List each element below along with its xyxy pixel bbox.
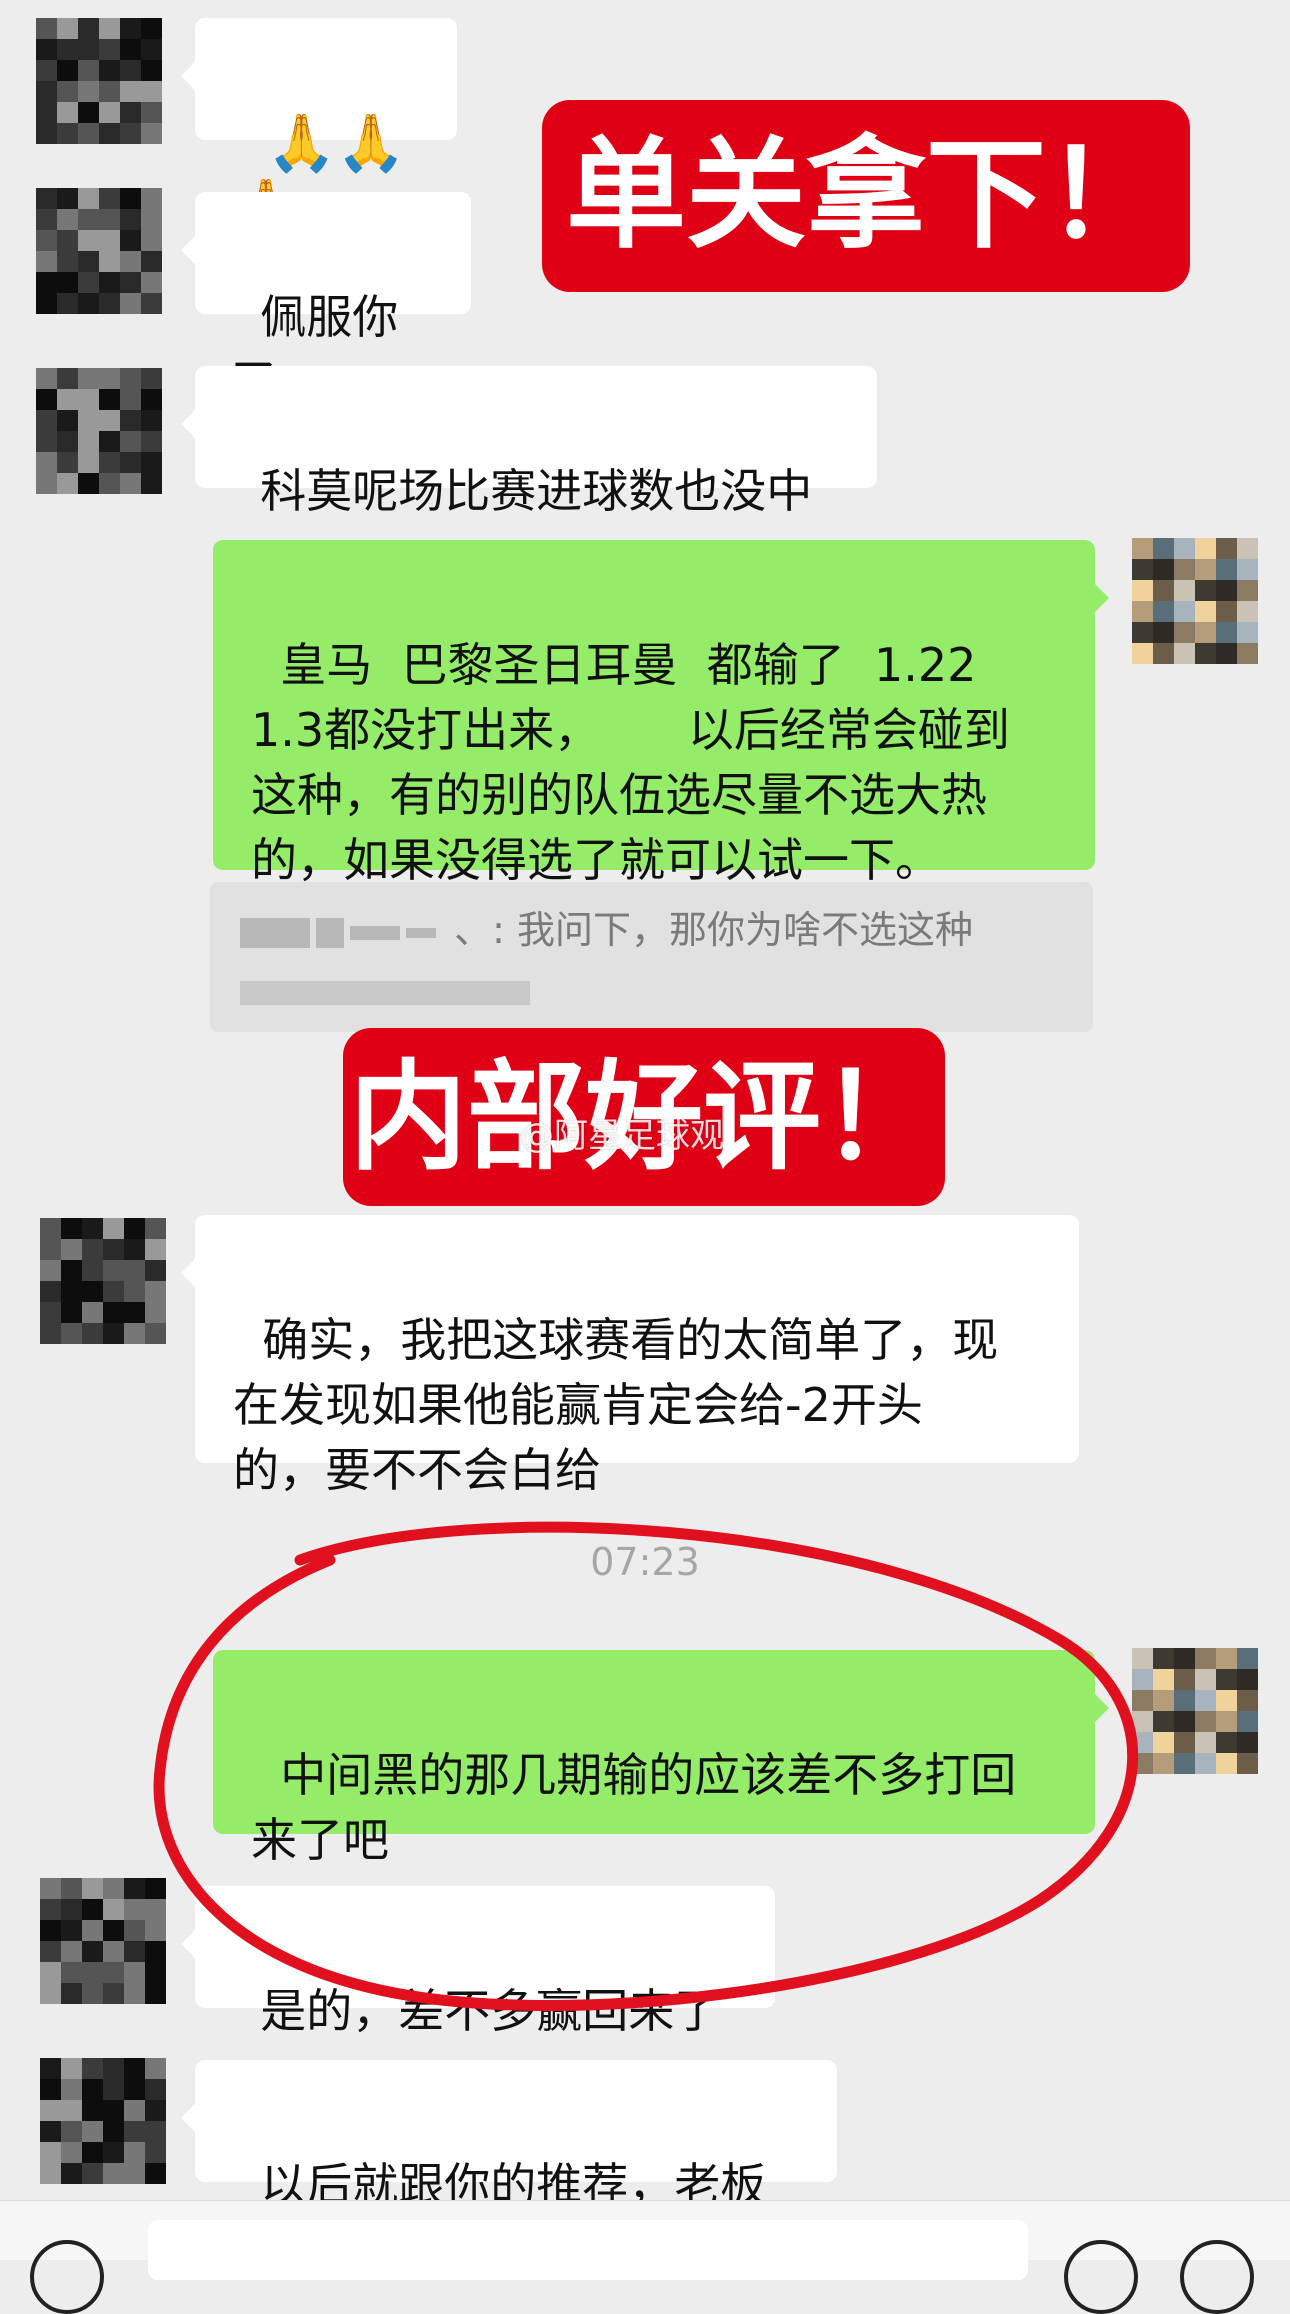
blurred-name xyxy=(316,917,344,948)
quoted-reply-line-2 xyxy=(240,964,1063,1016)
promo-banner-top: 单关拿下！ xyxy=(542,100,1190,292)
avatar[interactable] xyxy=(40,2058,166,2184)
avatar[interactable] xyxy=(36,18,162,144)
message-bubble[interactable]: 🙏🙏🙏 xyxy=(181,18,457,241)
quoted-reply[interactable]: 、: 我问下，那你为啥不选这种 xyxy=(210,882,1093,1032)
blurred-name xyxy=(240,917,310,948)
blurred-name xyxy=(406,927,436,938)
quoted-reply-line-1: 、: 我问下，那你为啥不选这种 xyxy=(240,904,1063,956)
message-bubble[interactable]: 皇马 巴黎圣日耳曼 都输了 1.22 1.3都没打出来， 以后经常会碰到 这种，… xyxy=(213,540,1109,887)
blurred-name xyxy=(350,925,400,940)
blurred-text xyxy=(240,980,530,1005)
avatar[interactable] xyxy=(40,1218,166,1344)
watermark: @阿星足球观 xyxy=(520,1116,724,1156)
quoted-reply-text: 、: 我问下，那你为啥不选这种 xyxy=(454,908,973,952)
emoji-icon[interactable] xyxy=(1064,2240,1138,2314)
avatar[interactable] xyxy=(36,188,162,314)
message-bubble[interactable]: 科莫呢场比赛进球数也没中 xyxy=(181,366,877,518)
banner-text: 单关拿下！ xyxy=(566,126,1166,265)
annotation-circle xyxy=(153,1521,1138,2012)
avatar[interactable] xyxy=(1132,538,1258,664)
plus-icon[interactable] xyxy=(1180,2240,1254,2314)
avatar[interactable] xyxy=(36,368,162,494)
message-text: 科莫呢场比赛进球数也没中 xyxy=(260,464,813,518)
message-bubble[interactable]: 佩服你了 xyxy=(181,192,471,409)
voice-icon[interactable] xyxy=(30,2240,104,2314)
message-text: 皇马 巴黎圣日耳曼 都输了 1.22 1.3都没打出来， 以后经常会碰到 这种，… xyxy=(251,638,1010,887)
message-bubble[interactable]: 确实，我把这球赛看的太简单了，现 在发现如果他能赢肯定会给-2开头 的，要不不会… xyxy=(181,1215,1079,1497)
message-bubble[interactable]: 以后就跟你的推荐，老板 xyxy=(181,2060,837,2212)
message-text: 确实，我把这球赛看的太简单了，现 在发现如果他能赢肯定会给-2开头 的，要不不会… xyxy=(233,1313,999,1497)
message-input[interactable] xyxy=(148,2220,1028,2280)
